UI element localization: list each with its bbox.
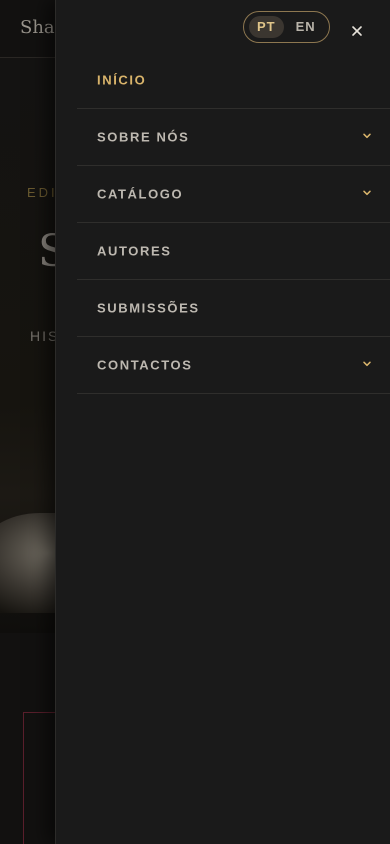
menu-item-catalogo[interactable]: CATÁLOGO [77,166,390,223]
menu-item-label: CONTACTOS [97,357,193,373]
close-button[interactable] [346,20,368,42]
language-switcher: PT EN [243,11,330,43]
menu-item-label: CATÁLOGO [97,186,184,202]
language-option-pt[interactable]: PT [249,16,284,38]
nav-drawer: PT EN INÍCIO SOBRE NÓS CATÁLOGO AUTORES [55,0,390,844]
menu-item-label: SOBRE NÓS [97,129,190,145]
menu-item-label: INÍCIO [97,72,147,87]
menu-item-label: SUBMISSÕES [97,300,200,316]
chevron-down-icon[interactable] [361,130,373,142]
menu-item-autores[interactable]: AUTORES [77,223,390,280]
hero-eyebrow: EDI [27,185,58,200]
main-menu: INÍCIO SOBRE NÓS CATÁLOGO AUTORES SUBMIS… [77,51,390,394]
close-icon [352,26,362,36]
menu-item-contactos[interactable]: CONTACTOS [77,337,390,394]
menu-item-label: AUTORES [97,243,172,259]
menu-item-sobre-nos[interactable]: SOBRE NÓS [77,109,390,166]
chevron-down-icon[interactable] [361,187,373,199]
menu-item-inicio[interactable]: INÍCIO [77,51,390,109]
language-option-en[interactable]: EN [288,16,324,38]
menu-item-submissoes[interactable]: SUBMISSÕES [77,280,390,337]
chevron-down-icon[interactable] [361,358,373,370]
